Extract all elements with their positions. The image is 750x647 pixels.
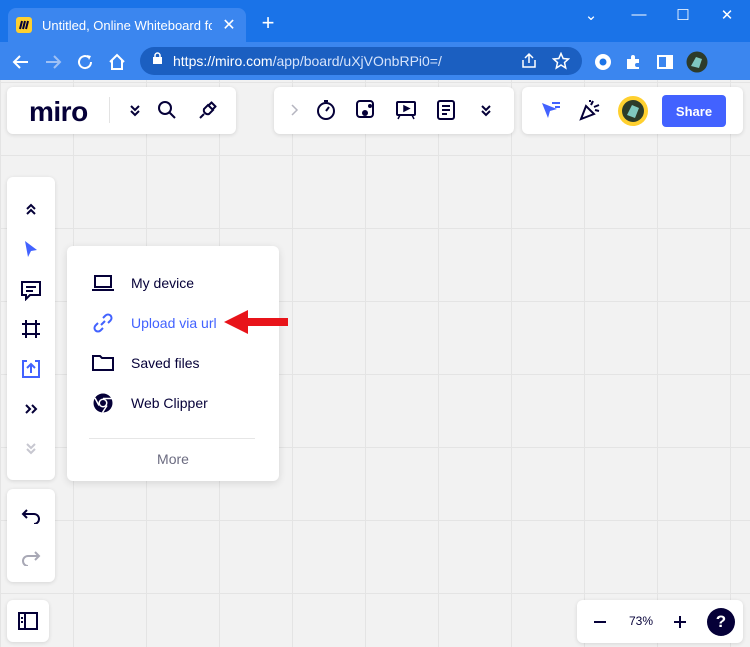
lock-icon <box>152 52 163 70</box>
browser-toolbar: https://miro.com/app/board/uXjVOnbRPi0=/ <box>0 42 750 80</box>
integrations-plug-icon[interactable] <box>194 96 222 124</box>
comment-icon[interactable] <box>17 276 45 304</box>
side-panel-icon[interactable] <box>654 51 676 73</box>
menu-item-label: Saved files <box>131 355 200 371</box>
forward-icon[interactable] <box>42 51 64 73</box>
back-icon[interactable] <box>10 51 32 73</box>
menu-item-my-device[interactable]: My device <box>91 270 194 296</box>
share-panel: Share <box>522 87 743 134</box>
board-header-panel: miro <box>7 87 236 134</box>
reload-icon[interactable] <box>74 51 96 73</box>
minimize-button[interactable]: — <box>624 6 654 23</box>
more-button[interactable]: More <box>67 451 279 467</box>
more-tools-icon[interactable] <box>17 395 45 423</box>
upload-icon[interactable] <box>17 355 45 383</box>
browser-tab-strip: Untitled, Online Whiteboard for V ✕ + ⌄ … <box>0 0 750 42</box>
chevron-right-icon[interactable] <box>280 96 308 124</box>
chrome-icon <box>91 391 115 415</box>
menu-item-label: Upload via url <box>131 315 217 331</box>
address-bar[interactable]: https://miro.com/app/board/uXjVOnbRPi0=/ <box>140 47 582 75</box>
voting-icon[interactable] <box>352 96 380 124</box>
collapse-up-icon[interactable] <box>17 195 45 223</box>
browser-tab[interactable]: Untitled, Online Whiteboard for V ✕ <box>8 8 246 42</box>
collaboration-toolbar <box>274 87 514 134</box>
cursor-follow-icon[interactable] <box>536 96 564 124</box>
select-cursor-icon[interactable] <box>17 235 45 263</box>
zoom-in-icon[interactable] <box>666 608 694 636</box>
frame-icon[interactable] <box>17 315 45 343</box>
folder-icon <box>91 351 115 375</box>
menu-divider <box>89 438 255 439</box>
close-window-button[interactable]: ✕ <box>712 6 742 24</box>
zoom-panel: 73% ? <box>577 600 743 643</box>
share-page-icon[interactable] <box>520 52 538 75</box>
undo-redo-panel <box>7 489 55 582</box>
presentation-icon[interactable] <box>392 96 420 124</box>
miro-favicon-icon <box>16 17 32 33</box>
menu-item-upload-via-url[interactable]: Upload via url <box>91 310 217 336</box>
zoom-level[interactable]: 73% <box>621 614 661 628</box>
miro-logo[interactable]: miro <box>29 96 88 128</box>
board-menu-chevron-icon[interactable] <box>121 96 149 124</box>
new-tab-button[interactable]: + <box>256 12 280 34</box>
profile-avatar[interactable] <box>686 51 708 73</box>
reactions-party-icon[interactable] <box>576 96 604 124</box>
user-avatar[interactable] <box>618 96 648 126</box>
zoom-out-icon[interactable] <box>586 608 614 636</box>
extension-circle-icon[interactable] <box>592 51 614 73</box>
left-toolbar <box>7 177 55 480</box>
upload-menu: My device Upload via url Saved files Web… <box>67 246 279 481</box>
redo-icon[interactable] <box>17 543 45 571</box>
link-icon <box>91 311 115 335</box>
menu-item-label: Web Clipper <box>131 395 208 411</box>
home-icon[interactable] <box>106 51 128 73</box>
menu-item-web-clipper[interactable]: Web Clipper <box>91 390 208 416</box>
panel-list-icon <box>14 607 42 635</box>
share-button[interactable]: Share <box>662 95 726 127</box>
extensions-puzzle-icon[interactable] <box>622 51 644 73</box>
bookmark-star-icon[interactable] <box>551 51 571 75</box>
menu-item-saved-files[interactable]: Saved files <box>91 350 199 376</box>
tab-title: Untitled, Online Whiteboard for V <box>42 17 212 33</box>
menu-item-label: My device <box>131 275 195 291</box>
url-text: https://miro.com/app/board/uXjVOnbRPi0=/ <box>173 53 442 69</box>
more-tools-chevron-icon[interactable] <box>472 96 500 124</box>
board-panel-toggle[interactable] <box>7 600 49 642</box>
annotation-arrow-icon <box>224 310 288 334</box>
divider <box>109 97 110 123</box>
timer-icon[interactable] <box>312 96 340 124</box>
tab-search-icon[interactable]: ⌄ <box>576 6 606 24</box>
maximize-button[interactable]: ☐ <box>668 6 698 24</box>
collapse-down-icon[interactable] <box>17 434 45 462</box>
notes-icon[interactable] <box>432 96 460 124</box>
help-button[interactable]: ? <box>707 608 735 636</box>
laptop-icon <box>91 271 115 295</box>
tab-close-icon[interactable]: ✕ <box>220 15 238 35</box>
undo-icon[interactable] <box>17 501 45 529</box>
search-icon[interactable] <box>153 96 181 124</box>
